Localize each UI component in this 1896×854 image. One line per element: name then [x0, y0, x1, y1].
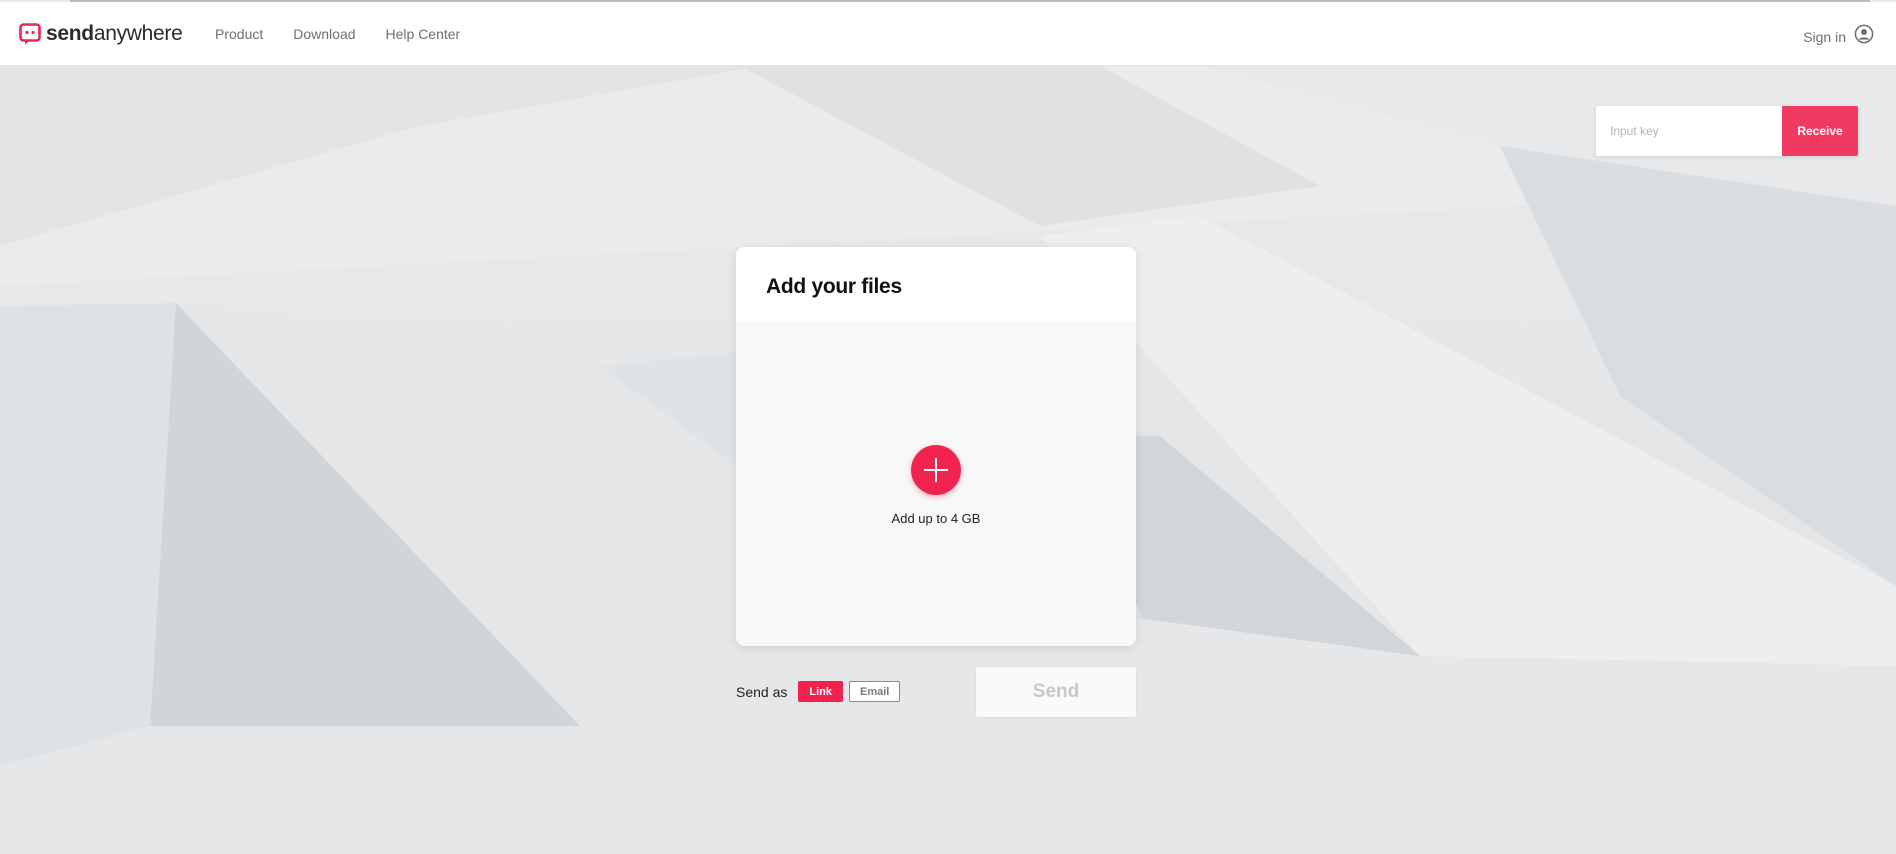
upload-card: Add your files Add up to 4 GB — [736, 247, 1136, 646]
brand-name-light: anywhere — [93, 22, 183, 45]
user-circle-icon — [1854, 24, 1874, 49]
top-navbar: sendanywhere Product Download Help Cente… — [0, 2, 1896, 66]
file-size-limit: Add up to 4 GB — [891, 511, 981, 526]
logo[interactable]: sendanywhere — [18, 20, 183, 48]
sign-in-button[interactable]: Sign in — [1803, 24, 1874, 49]
receive-box: Receive — [1596, 106, 1858, 156]
sendanywhere-logo-icon — [18, 22, 42, 46]
send-as-label: Send as — [736, 683, 788, 700]
send-as-options: Send as Link Email — [736, 681, 906, 702]
plus-icon[interactable] — [911, 445, 961, 495]
nav-download[interactable]: Download — [293, 24, 355, 44]
upload-card-title: Add your files — [766, 275, 902, 298]
upload-card-header: Add your files — [736, 247, 1136, 321]
receive-button[interactable]: Receive — [1782, 106, 1858, 156]
input-key-field[interactable] — [1596, 106, 1782, 156]
send-as-link-option[interactable]: Link — [798, 681, 843, 702]
file-drop-zone[interactable]: Add up to 4 GB — [736, 321, 1136, 646]
sign-in-label: Sign in — [1803, 28, 1846, 45]
main-nav: Product Download Help Center — [215, 24, 460, 44]
nav-help-center[interactable]: Help Center — [386, 24, 461, 44]
send-button[interactable]: Send — [976, 667, 1136, 717]
brand-name: sendanywhere — [46, 20, 183, 48]
send-as-email-option[interactable]: Email — [849, 681, 901, 702]
brand-name-bold: send — [46, 22, 94, 45]
nav-product[interactable]: Product — [215, 24, 263, 44]
